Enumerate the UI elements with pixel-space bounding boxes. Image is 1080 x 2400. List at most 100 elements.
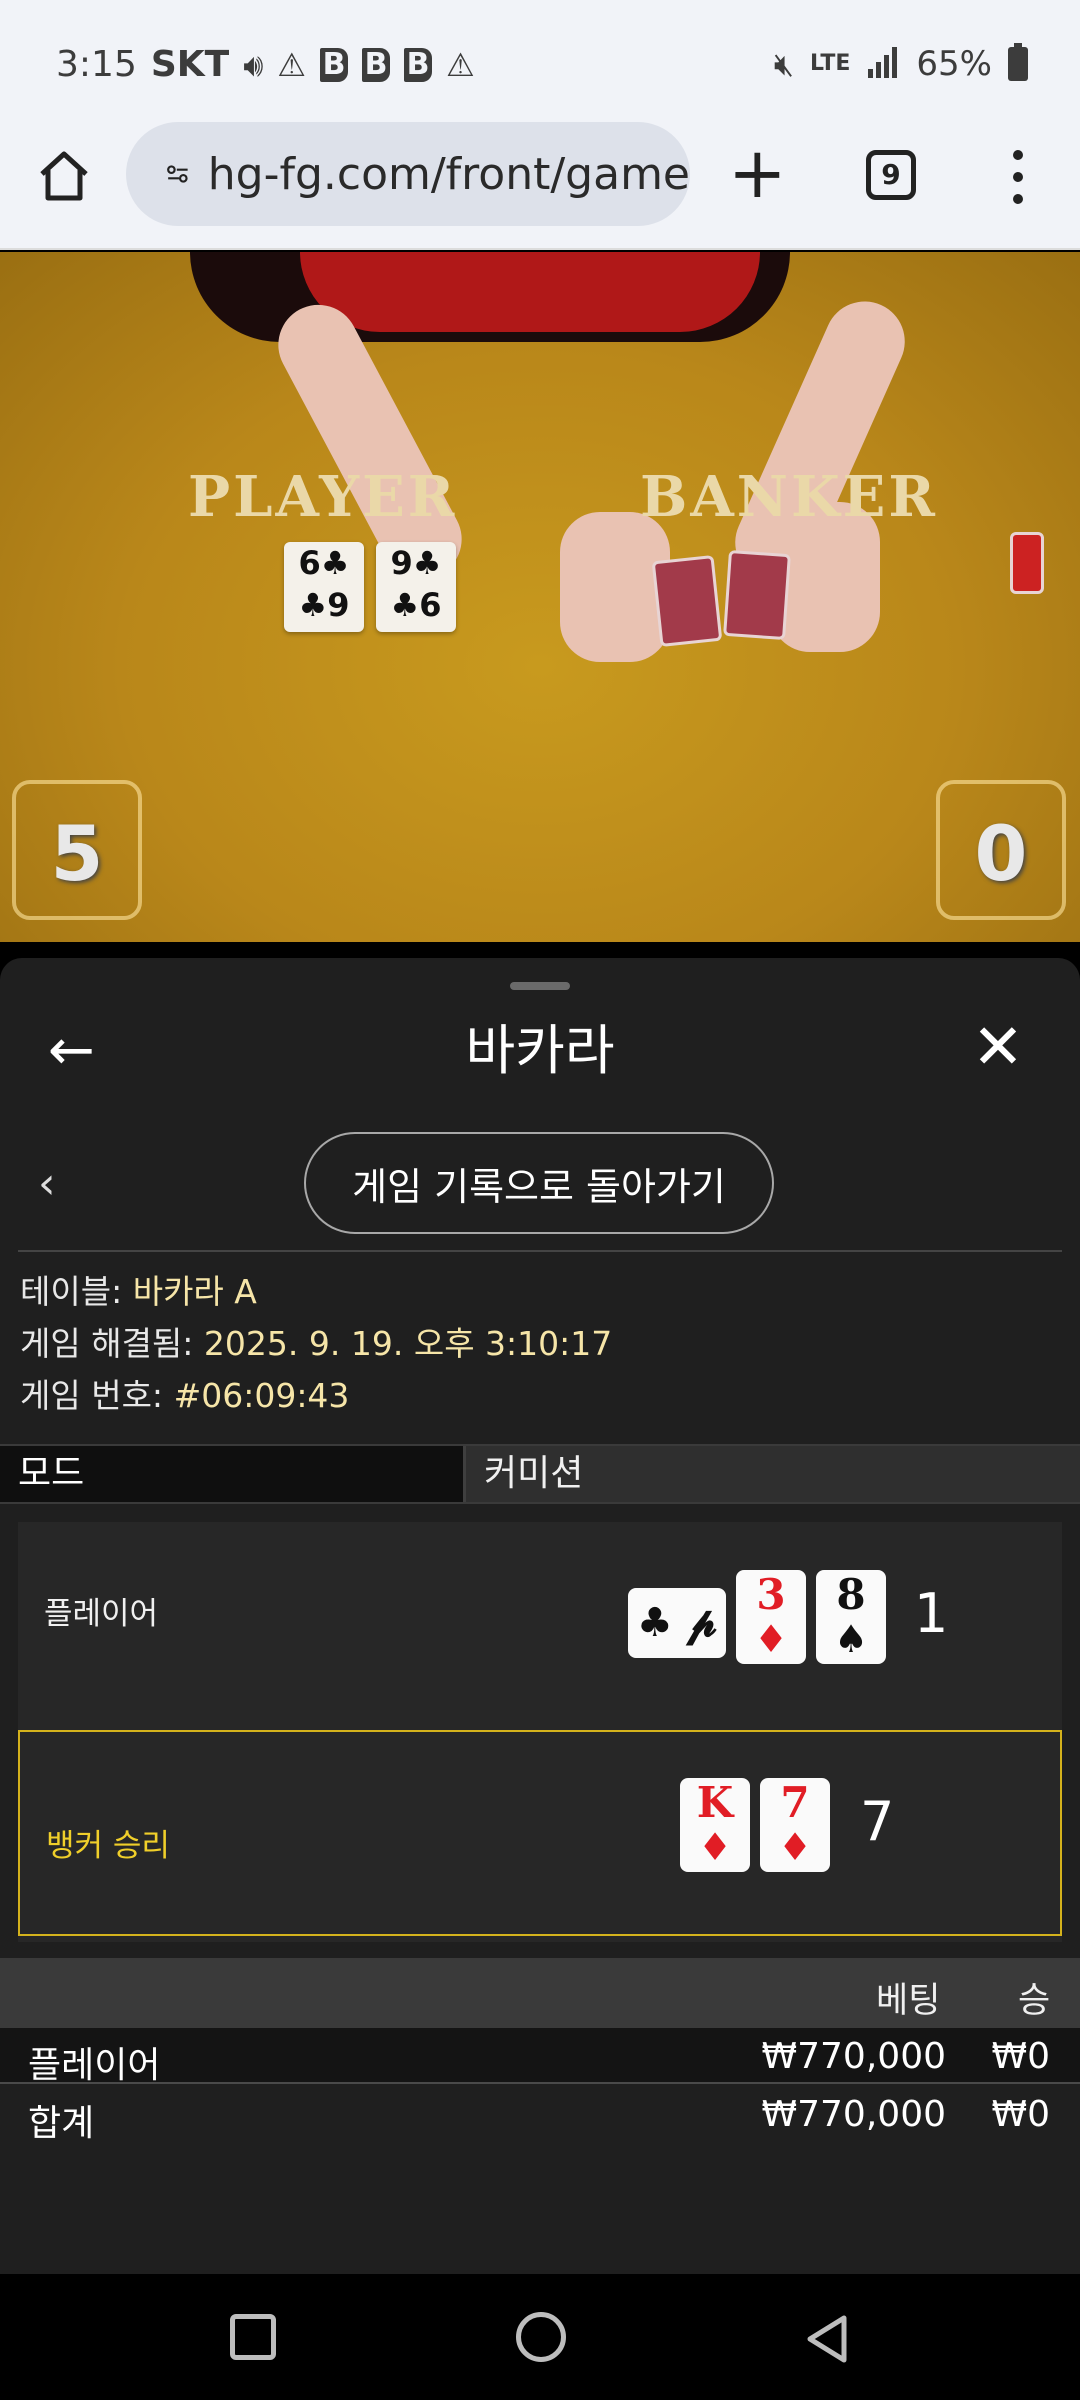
card-suit: ♦ [697,1825,733,1869]
dealer-dress [300,252,760,332]
mode-value: 커미션 [466,1446,1080,1502]
info-value: 바카라 A [132,1272,257,1311]
banker-card: 7 ♦ [760,1778,830,1872]
status-right: 🔇︎ LTE 65% [773,43,1028,84]
info-value: #06:09:43 [173,1376,350,1415]
card-suit: ♠ [833,1617,869,1661]
live-video[interactable]: PLAYER BANKER 6♣ ♣9 9♣ ♣6 5 0 [0,252,1080,942]
card-rank: 8 [836,1570,866,1619]
chevron-left-icon[interactable]: ‹ [38,1158,56,1209]
mode-label: 모드 [0,1446,466,1502]
more-menu-button[interactable] [1008,150,1028,210]
browser-toolbar: hg-fg.com/front/game + 9 [0,122,1080,250]
bet-row: 플레이어 ₩770,000 ₩0 [0,2028,1080,2086]
player-row-label: 플레이어 [44,1596,159,1632]
side-card: ♣ 𝓹 [628,1588,726,1658]
dot [1013,194,1023,204]
bet-total-row: 합계 ₩770,000 ₩0 [0,2086,1080,2144]
video-card: 6♣ ♣9 [284,542,364,632]
result-area: 플레이어 ♣ 𝓹 3 ♦ 8 ♠ 1 뱅커 승리 K ♦ 7 ♦ 7 [18,1522,1062,1942]
player-score-box: 5 [12,780,142,920]
table-label-banker: BANKER [640,464,938,530]
volume-icon: 🔊︎ [243,45,264,84]
bet-win: ₩0 [991,2036,1051,2077]
bet-label: 합계 [28,2103,95,2144]
player-result-row: 플레이어 ♣ 𝓹 3 ♦ 8 ♠ 1 [18,1522,1062,1724]
card-rank: 3 [756,1570,786,1619]
game-number-info: 게임 번호: #06:09:43 [20,1370,612,1422]
card-rank: K [696,1778,734,1827]
banker-card: K ♦ [680,1778,750,1872]
card-bottom: ♣9 [298,586,350,624]
face-down-card [651,554,723,648]
win-column-header: 승 [1018,1981,1051,2021]
close-icon: ✕ [972,1010,1024,1083]
card-top: 9♣ [390,544,442,582]
b-app-icon: B [404,47,433,82]
tab-switcher-button[interactable]: 9 [866,150,916,200]
status-carrier: SKT [150,44,230,85]
system-nav-bar [0,2274,1080,2400]
card-suit: ♦ [777,1825,813,1869]
player-total: 1 [914,1582,949,1645]
home-nav-button[interactable] [516,2312,566,2362]
card-shoe [1010,532,1044,594]
sheet-title: 바카라 [465,1019,615,1082]
new-tab-button[interactable]: + [728,138,787,208]
bet-win: ₩0 [991,2094,1051,2135]
player-card: 3 ♦ [736,1570,806,1664]
home-icon [40,151,88,201]
game-info: 테이블: 바카라 A 게임 해결됨: 2025. 9. 19. 오후 3:10:… [20,1266,612,1422]
status-time: 3:15 [56,44,137,85]
bet-amount: ₩770,000 [761,2036,946,2077]
info-label: 게임 번호: [20,1376,164,1415]
card-bottom: ♣6 [390,586,442,624]
battery-icon [1008,43,1028,81]
back-to-history-button[interactable]: 게임 기록으로 돌아가기 [304,1132,774,1234]
bet-label: 플레이어 [28,2045,161,2086]
info-label: 게임 해결됨: [20,1324,194,1363]
lte-icon: LTE [810,51,851,76]
mute-icon: 🔇︎ [773,45,794,83]
info-value: 2025. 9. 19. 오후 3:10:17 [203,1324,613,1363]
banker-score-box: 0 [936,780,1066,920]
bet-column-header: 베팅 [876,1981,941,2021]
drag-handle[interactable] [510,982,570,990]
table-info: 테이블: 바카라 A [20,1266,612,1318]
face-down-card [723,549,791,641]
back-triangle-icon [807,2315,847,2363]
player-card: 8 ♠ [816,1570,886,1664]
video-card: 9♣ ♣6 [376,542,456,632]
banker-result-row: 뱅커 승리 K ♦ 7 ♦ 7 [18,1730,1062,1936]
site-settings-icon[interactable] [166,152,190,196]
resolved-info: 게임 해결됨: 2025. 9. 19. 오후 3:10:17 [20,1318,612,1370]
b-app-icon: B [320,47,349,82]
card-rank: 7 [780,1778,810,1827]
status-left: 3:15 SKT 🔊︎ ⚠ B B B ⚠ [56,44,475,85]
banker-total: 7 [860,1790,895,1853]
warning-icon: ⚠ [277,45,307,84]
recents-button[interactable] [230,2314,276,2360]
card-top: 6♣ [298,544,350,582]
close-button[interactable]: ✕ [972,1012,1024,1082]
home-button[interactable] [34,146,94,206]
mode-bar: 모드 커미션 [0,1444,1080,1504]
address-bar[interactable]: hg-fg.com/front/game [126,122,690,226]
dot [1013,150,1023,160]
info-label: 테이블: [20,1272,123,1311]
banker-row-label: 뱅커 승리 [46,1828,170,1864]
card-suit: ♦ [753,1617,789,1661]
warning-icon: ⚠ [446,45,475,84]
bet-amount: ₩770,000 [761,2094,946,2135]
back-nav-button[interactable] [800,2312,854,2366]
bets-header: 베팅 승 [0,1958,1080,2028]
url-text[interactable]: hg-fg.com/front/game [208,149,690,200]
signal-icon [866,45,900,84]
battery-percent: 65% [916,44,992,84]
status-bar: 3:15 SKT 🔊︎ ⚠ B B B ⚠ 🔇︎ LTE 65% [0,0,1080,122]
game-history-sheet: ← 바카라 ✕ ‹ 게임 기록으로 돌아가기 테이블: 바카라 A 게임 해결됨… [0,958,1080,2274]
divider [18,1250,1062,1252]
plus-icon: + [728,132,787,214]
dot [1013,172,1023,182]
table-label-player: PLAYER [188,464,458,530]
